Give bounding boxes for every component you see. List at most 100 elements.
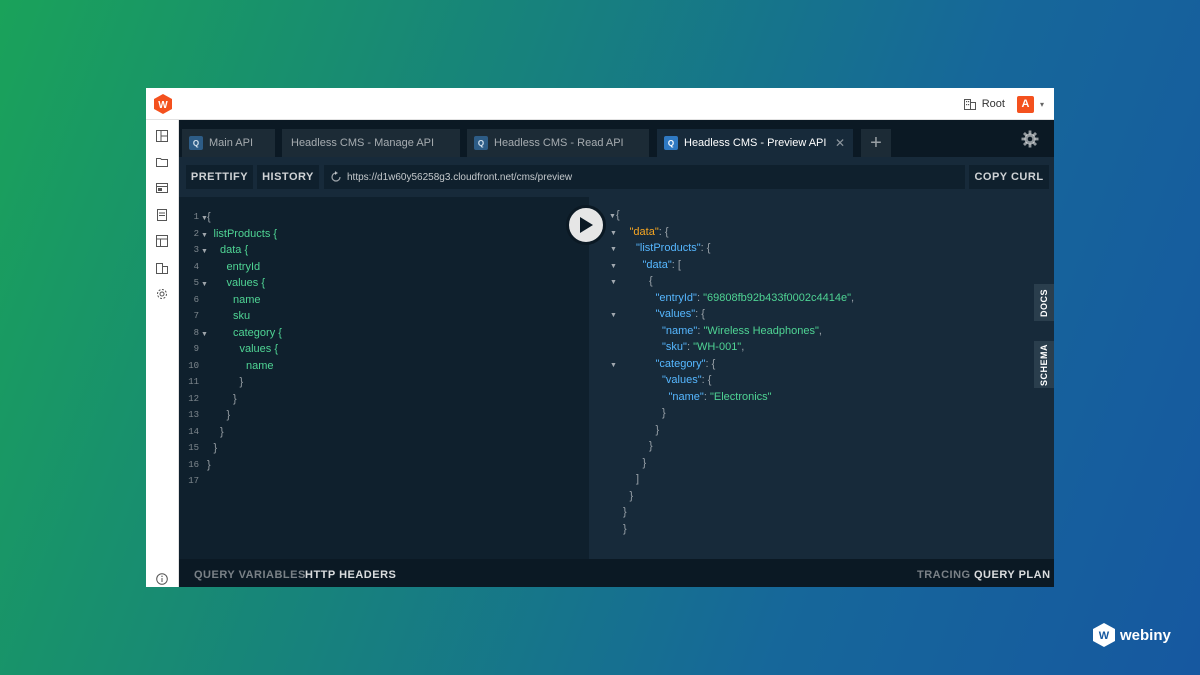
fold-toggle-icon[interactable]: ▼ (610, 263, 617, 270)
json-key: "entryId" (655, 291, 697, 304)
avatar[interactable]: A (1016, 95, 1034, 113)
tab-main-api[interactable]: Q Main API (182, 129, 275, 157)
json-key: "values" (655, 308, 696, 320)
query-badge: Q (664, 136, 678, 150)
fold-toggle-icon[interactable]: ▼ (201, 248, 208, 255)
sidebar (146, 120, 179, 587)
fold-toggle-icon[interactable]: ▼ (201, 281, 208, 288)
json-key: "sku" (662, 341, 687, 353)
result-line: } (662, 407, 666, 419)
folder-icon[interactable] (156, 156, 168, 168)
close-icon[interactable]: ✕ (835, 136, 845, 150)
tab-bar: Q Main API Headless CMS - Manage API Q H… (179, 120, 1054, 157)
line-number: 10 (188, 360, 199, 371)
gear-icon[interactable] (1021, 130, 1039, 148)
fold-toggle-icon[interactable]: ▼ (201, 331, 208, 338)
tab-label: Headless CMS - Read API (494, 137, 624, 149)
line-number: 7 (193, 311, 199, 321)
line-number: 5 (193, 278, 199, 288)
execute-query-button[interactable] (566, 205, 606, 245)
schema-tab[interactable]: SCHEMA (1034, 341, 1054, 388)
json-key: "data" (642, 258, 672, 271)
line-number: 16 (188, 459, 199, 470)
fold-toggle-icon[interactable]: ▼ (610, 230, 617, 237)
json-key: "category" (655, 357, 706, 370)
json-value: "Wireless Headphones" (703, 324, 819, 337)
result-line: ] (636, 473, 639, 485)
line-number: 13 (188, 410, 199, 420)
line-number: 2 (193, 228, 199, 239)
result-line: "category": { (656, 358, 716, 370)
settings-icon[interactable] (156, 288, 168, 300)
brand-name: webiny (1120, 626, 1171, 644)
result-line: "name": "Wireless Headphones", (662, 324, 822, 337)
json-punctuation: , (741, 341, 745, 353)
json-value: "69808fb92b433f0002c4414e" (703, 291, 851, 304)
query-plan-tab[interactable]: QUERY PLAN (974, 569, 1051, 581)
query-line: sku (233, 310, 251, 322)
reload-icon[interactable] (330, 171, 342, 183)
result-line: "name": "Electronics" (668, 390, 772, 403)
fold-toggle-icon[interactable]: ▼ (610, 279, 617, 286)
prettify-button[interactable]: PRETTIFY (186, 165, 253, 189)
content-model-icon[interactable] (156, 182, 168, 194)
json-punctuation: : { (701, 374, 712, 386)
info-icon[interactable] (156, 573, 168, 585)
copy-curl-button[interactable]: COPY CURL (969, 165, 1049, 189)
webiny-logo-icon: W (1093, 623, 1115, 647)
dashboard-icon[interactable] (156, 130, 168, 142)
line-number: 15 (188, 443, 199, 453)
query-line: entryId (226, 260, 261, 273)
endpoint-url-input[interactable]: https://d1w60y56258g3.cloudfront.net/cms… (324, 165, 965, 189)
tenants-icon[interactable] (156, 262, 168, 274)
webiny-logo-icon[interactable]: W (154, 94, 172, 114)
json-value: "Electronics" (709, 390, 772, 403)
svg-text:W: W (158, 100, 168, 111)
query-line: } (220, 425, 224, 438)
tenant-menu[interactable]: Root A ▾ (963, 95, 1044, 113)
result-viewer[interactable]: ▼{▼ "data": {▼ "listProducts": {▼ "data": [… (589, 197, 1054, 559)
result-line: { (649, 275, 653, 287)
tab-headless-cms-preview-api[interactable]: Q Headless CMS - Preview API ✕ (657, 129, 853, 157)
query-line: } (233, 392, 237, 405)
query-badge: Q (189, 136, 203, 150)
tab-label: Headless CMS - Manage API (291, 137, 435, 149)
fold-toggle-icon[interactable]: ▼ (610, 362, 617, 369)
http-headers-tab[interactable]: HTTP HEADERS (305, 569, 396, 581)
json-key: "name" (668, 390, 704, 403)
tab-headless-cms-manage-api[interactable]: Headless CMS - Manage API (282, 129, 460, 157)
query-line: values { (226, 277, 266, 289)
graphql-playground: Q Main API Headless CMS - Manage API Q H… (179, 120, 1054, 587)
plus-icon: + (870, 131, 882, 154)
fold-toggle-icon[interactable]: ▼ (610, 246, 617, 253)
top-bar: W Root A ▾ (146, 88, 1054, 120)
result-line: } (623, 506, 627, 518)
result-line: "entryId": "69808fb92b433f0002c4414e", (655, 291, 855, 304)
json-punctuation: { (616, 209, 620, 221)
json-punctuation: } (655, 423, 660, 436)
history-button[interactable]: HISTORY (257, 165, 319, 189)
json-punctuation: : [ (671, 258, 681, 271)
tab-label: Main API (209, 137, 254, 149)
docs-tab[interactable]: DOCS (1034, 284, 1054, 321)
chevron-down-icon[interactable]: ▾ (1040, 100, 1044, 109)
fold-toggle-icon[interactable]: ▼ (610, 312, 617, 319)
query-editor[interactable]: 1 2 3 4 5 6 7 8 9 10 11 12 13 14 15 16 17 ▼{▼ listProduct… (179, 197, 589, 559)
add-tab-button[interactable]: + (861, 129, 891, 157)
endpoint-url: https://d1w60y56258g3.cloudfront.net/cms… (347, 171, 573, 183)
query-line: values { (239, 343, 279, 355)
query-line: } (207, 458, 211, 471)
tracing-tab[interactable]: TRACING (917, 569, 971, 581)
query-line: } (226, 409, 231, 421)
query-variables-tab[interactable]: QUERY VARIABLES (194, 569, 306, 581)
form-icon[interactable] (156, 209, 168, 221)
query-line: name (246, 359, 274, 372)
fold-toggle-icon[interactable]: ▼ (201, 232, 208, 239)
json-punctuation: : { (658, 225, 669, 238)
json-punctuation: , (850, 291, 855, 304)
json-value: "WH-001" (693, 341, 742, 353)
fold-toggle-icon[interactable]: ▼ (609, 213, 616, 220)
toolbar: PRETTIFY HISTORY https://d1w60y56258g3.c… (179, 157, 1054, 197)
tab-headless-cms-read-api[interactable]: Q Headless CMS - Read API (467, 129, 649, 157)
table-icon[interactable] (156, 235, 168, 247)
